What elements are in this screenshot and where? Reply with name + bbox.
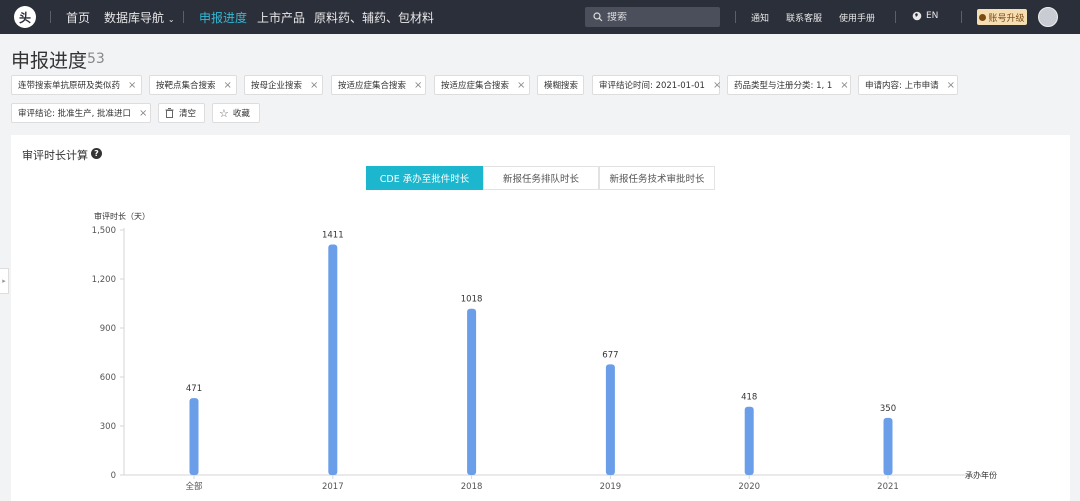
- star-icon: ☆: [219, 106, 229, 120]
- clear-button[interactable]: 清空: [158, 103, 205, 123]
- filter-chip[interactable]: 按靶点集合搜索 ×: [149, 75, 237, 95]
- favorite-label: 收藏: [232, 109, 250, 119]
- logo-glyph: 头: [18, 10, 31, 25]
- search-icon: [593, 12, 603, 22]
- bar-4: [744, 406, 754, 475]
- x-tick-label: 全部: [185, 481, 203, 492]
- filter-chip-label: 申请内容: 上市申请: [865, 81, 939, 91]
- upgrade-label: 账号升级: [988, 13, 1025, 24]
- bar-value-label: 1411: [322, 231, 344, 241]
- upgrade-button[interactable]: 账号升级: [977, 9, 1027, 25]
- nav-manual[interactable]: 使用手册: [839, 11, 875, 24]
- filter-chip[interactable]: 按母企业搜索 ×: [244, 75, 323, 95]
- close-icon[interactable]: ×: [310, 80, 318, 91]
- nav-divider: [735, 11, 736, 23]
- search-box[interactable]: [585, 7, 720, 27]
- bar-2: [467, 308, 477, 475]
- y-tick-label: 1,500: [92, 226, 116, 236]
- favorite-button[interactable]: ☆ 收藏: [212, 103, 260, 123]
- filter-chip-label: 按靶点集合搜索: [156, 81, 216, 91]
- lang-label: EN: [926, 11, 939, 21]
- upgrade-icon: [979, 13, 987, 21]
- filter-chip-label: 审评结论: 批准生产, 批准进口: [18, 109, 131, 119]
- lang-switch[interactable]: EN: [912, 11, 938, 21]
- bar-value-label: 418: [741, 393, 757, 403]
- nav-notice[interactable]: 通知: [751, 11, 769, 24]
- search-input[interactable]: [607, 11, 707, 23]
- close-icon[interactable]: ×: [713, 80, 721, 91]
- close-icon[interactable]: ×: [840, 80, 848, 91]
- filter-chip[interactable]: 按适应症集合搜索 ×: [331, 75, 426, 95]
- filter-chip-label: 按适应症集合搜索: [441, 81, 510, 91]
- nav-divider: [183, 11, 184, 23]
- nav-market[interactable]: 上市产品: [257, 9, 305, 26]
- globe-icon: [912, 11, 922, 21]
- filter-chip-label: 模糊搜索: [544, 81, 579, 91]
- filter-chip[interactable]: 模糊搜索: [537, 75, 584, 95]
- bar-5: [883, 417, 893, 475]
- filter-chip[interactable]: 按适应症集合搜索 ×: [434, 75, 530, 95]
- nav-database[interactable]: 数据库导航 ⌄: [104, 9, 175, 26]
- close-icon[interactable]: ×: [139, 108, 147, 119]
- x-tick-label: 2020: [738, 482, 760, 492]
- filter-chip[interactable]: 药品类型与注册分类: 1, 1 ×: [727, 75, 851, 95]
- top-navbar: 头 首页 数据库导航 ⌄ 申报进度 上市产品 原料药、辅药、包材料 通知 联系客…: [0, 0, 1080, 34]
- y-axis-label: 审评时长（天）: [94, 211, 150, 221]
- filter-chip-label: 按适应症集合搜索: [338, 81, 407, 91]
- nav-divider: [895, 11, 896, 23]
- page-title: 申报进度: [11, 50, 88, 72]
- x-tick-label: 2019: [600, 482, 622, 492]
- review-duration-card: 审评时长计算 ? CDE 承办至批件时长 新报任务排队时长 新报任务技术审批时长…: [11, 135, 1070, 501]
- sidebar-toggle[interactable]: ▸: [0, 268, 9, 294]
- close-icon[interactable]: ×: [128, 80, 136, 91]
- filter-chip-label: 按母企业搜索: [251, 81, 303, 91]
- result-count: 53: [87, 51, 105, 67]
- filter-chip[interactable]: 申请内容: 上市申请 ×: [858, 75, 958, 95]
- nav-divider: [961, 11, 962, 23]
- y-tick-label: 600: [100, 373, 116, 383]
- filter-chip[interactable]: 审评结论时间: 2021-01-01 ×: [592, 75, 721, 95]
- close-icon[interactable]: ×: [517, 80, 525, 91]
- avatar[interactable]: [1038, 7, 1058, 27]
- chevron-right-icon: ▸: [2, 277, 6, 285]
- close-icon[interactable]: ×: [224, 80, 232, 91]
- x-tick-label: 2018: [461, 482, 483, 492]
- bar-chart: 0 300 600 900 1,200 1,500 审评时长（天） 承办年份 471 全部 1411…: [92, 211, 997, 492]
- nav-home[interactable]: 首页: [66, 9, 90, 26]
- filter-chip-label: 审评结论时间: 2021-01-01: [599, 81, 705, 91]
- filter-chip[interactable]: 审评结论: 批准生产, 批准进口 ×: [11, 103, 151, 123]
- bar-value-label: 1018: [461, 295, 483, 305]
- bar-value-label: 471: [186, 384, 202, 394]
- nav-progress[interactable]: 申报进度: [199, 9, 247, 26]
- filter-chip[interactable]: 连带搜索单抗原研及类似药 ×: [11, 75, 142, 95]
- x-tick-label: 2017: [322, 482, 344, 492]
- close-icon[interactable]: ×: [414, 80, 422, 91]
- y-tick-label: 0: [111, 471, 116, 481]
- nav-materials[interactable]: 原料药、辅药、包材料: [314, 9, 434, 26]
- x-tick-label: 2021: [877, 482, 899, 492]
- chevron-down-icon: ⌄: [167, 15, 175, 24]
- nav-database-label: 数据库导航: [104, 11, 165, 25]
- y-tick-label: 1,200: [92, 275, 116, 285]
- bar-1: [328, 244, 338, 475]
- nav-divider: [50, 11, 51, 23]
- bar-value-label: 677: [602, 350, 618, 360]
- clear-label: 清空: [179, 109, 197, 119]
- filter-chip-label: 药品类型与注册分类: 1, 1: [734, 81, 833, 91]
- y-tick-label: 900: [100, 324, 116, 334]
- nav-support[interactable]: 联系客服: [786, 11, 822, 24]
- close-icon[interactable]: ×: [947, 80, 955, 91]
- bar-0: [189, 398, 199, 475]
- trash-icon: [165, 108, 174, 118]
- bar-3: [605, 364, 615, 475]
- bar-value-label: 350: [880, 404, 896, 414]
- app-logo[interactable]: 头: [14, 6, 36, 28]
- x-axis-label: 承办年份: [965, 470, 997, 480]
- filter-chip-label: 连带搜索单抗原研及类似药: [18, 81, 121, 91]
- y-tick-label: 300: [100, 422, 116, 432]
